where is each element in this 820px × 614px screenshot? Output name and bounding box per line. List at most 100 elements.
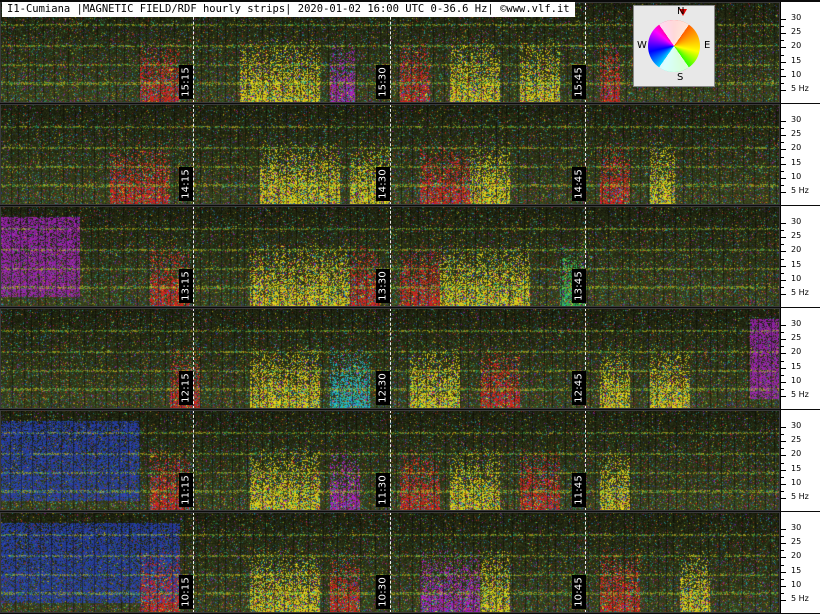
frequency-tick-label: 20	[791, 143, 802, 152]
frequency-tick-label: 15	[791, 464, 802, 473]
minor-tick-mark	[781, 434, 784, 435]
quarter-hour-divider	[390, 512, 391, 613]
time-label-text: 12:30	[377, 373, 389, 403]
time-label: 12:30	[376, 371, 390, 405]
minor-tick-mark	[781, 550, 784, 551]
minor-tick-mark	[781, 171, 784, 172]
tick-mark	[781, 223, 786, 224]
tick-mark	[781, 192, 786, 193]
minor-tick-mark	[781, 259, 784, 260]
quarter-hour-divider	[193, 512, 194, 613]
time-label: 11:15	[179, 473, 193, 507]
tick-mark	[781, 121, 786, 122]
minor-tick-mark	[781, 128, 784, 129]
frequency-tick-label: 5 Hz	[791, 186, 809, 195]
time-label: 12:15	[179, 371, 193, 405]
tick-mark	[781, 441, 786, 442]
tick-mark	[781, 557, 786, 558]
frequency-tick-label: 10	[791, 172, 802, 181]
frequency-tick-label: 10	[791, 478, 802, 487]
time-label-text: 14:15	[180, 169, 192, 199]
frequency-tick-label: 25	[791, 333, 802, 342]
time-label: 14:15	[179, 167, 193, 201]
frequency-axis: 30 25 20 15 10 5 Hz	[780, 512, 820, 613]
tick-mark	[781, 294, 786, 295]
tick-mark	[781, 325, 786, 326]
frequency-tick-label: 15	[791, 362, 802, 371]
time-label-text: 13:30	[377, 271, 389, 301]
minor-tick-mark	[781, 332, 784, 333]
tick-mark	[781, 47, 786, 48]
quarter-hour-divider	[390, 308, 391, 409]
minor-tick-mark	[781, 491, 784, 492]
time-label: 14:45	[572, 167, 586, 201]
time-label-text: 14:45	[573, 169, 585, 199]
minor-tick-mark	[781, 55, 784, 56]
chart-title: I1-Cumiana |MAGNETIC FIELD/RDF hourly st…	[2, 2, 575, 17]
tick-mark	[781, 484, 786, 485]
tick-mark	[781, 382, 786, 383]
tick-mark	[781, 427, 786, 428]
tick-mark	[781, 33, 786, 34]
minor-tick-mark	[781, 26, 784, 27]
frequency-tick-label: 25	[791, 27, 802, 36]
frequency-tick-label: 10	[791, 376, 802, 385]
time-label-text: 12:15	[180, 373, 192, 403]
frequency-tick-label: 25	[791, 537, 802, 546]
tick-mark	[781, 455, 786, 456]
frequency-tick-label: 25	[791, 129, 802, 138]
frequency-axis: 30 25 20 15 10 5 Hz	[780, 308, 820, 409]
minor-tick-mark	[781, 185, 784, 186]
tick-mark	[781, 470, 786, 471]
hourly-strip: 10:15 10:30 10:45	[0, 512, 780, 613]
quarter-hour-divider	[193, 104, 194, 205]
minor-tick-mark	[781, 244, 784, 245]
quarter-hour-divider	[193, 308, 194, 409]
quarter-hour-divider	[390, 410, 391, 511]
frequency-tick-label: 25	[791, 435, 802, 444]
compass-west: W	[637, 40, 647, 51]
frequency-axis: 30 25 20 15 10 5 Hz	[780, 2, 820, 103]
time-label: 13:15	[179, 269, 193, 303]
compass-wedge-overlay	[648, 20, 700, 72]
tick-mark	[781, 266, 786, 267]
minor-tick-mark	[781, 361, 784, 362]
tick-mark	[781, 76, 786, 77]
time-label: 10:45	[572, 575, 586, 609]
tick-mark	[781, 135, 786, 136]
tick-mark	[781, 353, 786, 354]
hourly-strip: 12:15 12:30 12:45	[0, 308, 780, 409]
quarter-hour-divider	[390, 206, 391, 307]
time-label: 13:30	[376, 269, 390, 303]
compass-north: N	[677, 6, 685, 17]
tick-mark	[781, 62, 786, 63]
frequency-tick-label: 30	[791, 217, 802, 226]
hourly-strip: 11:15 11:30 11:45	[0, 410, 780, 511]
quarter-hour-divider	[390, 104, 391, 205]
time-label: 10:15	[179, 575, 193, 609]
tick-mark	[781, 149, 786, 150]
quarter-hour-divider	[193, 410, 194, 511]
hourly-strip: 14:15 14:30 14:45	[0, 104, 780, 205]
minor-tick-mark	[781, 69, 784, 70]
minor-tick-mark	[781, 287, 784, 288]
quarter-hour-divider	[390, 2, 391, 103]
time-label-text: 10:30	[377, 577, 389, 607]
frequency-tick-label: 15	[791, 56, 802, 65]
minor-tick-mark	[781, 375, 784, 376]
minor-tick-mark	[781, 477, 784, 478]
frequency-tick-label: 30	[791, 319, 802, 328]
compass-east: E	[704, 40, 711, 51]
minor-tick-mark	[781, 579, 784, 580]
time-label-text: 11:15	[180, 475, 192, 505]
time-label-text: 10:45	[573, 577, 585, 607]
time-label-text: 15:15	[180, 67, 192, 97]
spectrogram-stage: 15:15 15:30 15:45 30 25 20 15 10 5 Hz 14:15 14:30 1…	[0, 0, 820, 614]
frequency-tick-label: 30	[791, 13, 802, 22]
minor-tick-mark	[781, 142, 784, 143]
minor-tick-mark	[781, 346, 784, 347]
frequency-axis: 30 25 20 15 10 5 Hz	[780, 206, 820, 307]
minor-tick-mark	[781, 273, 784, 274]
frequency-tick-label: 30	[791, 421, 802, 430]
tick-mark	[781, 368, 786, 369]
